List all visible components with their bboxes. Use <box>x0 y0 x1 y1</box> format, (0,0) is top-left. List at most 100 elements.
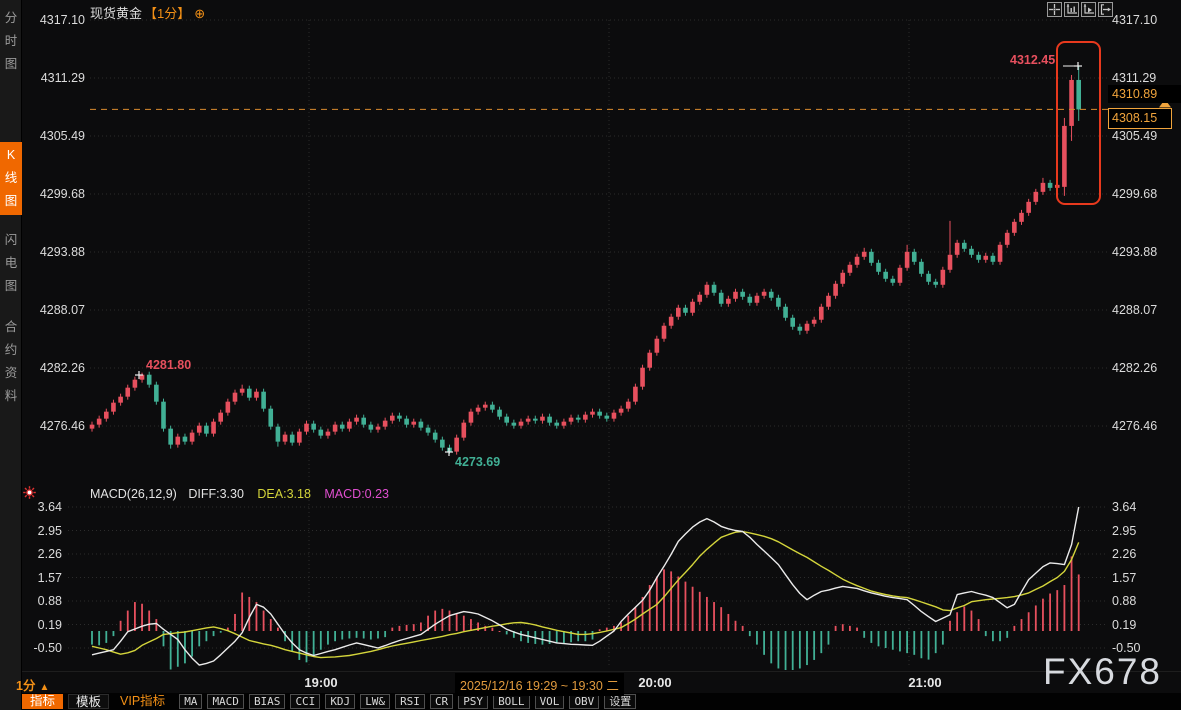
macd-histogram-bar <box>913 631 915 655</box>
candle-body <box>719 293 724 304</box>
candle-body <box>361 418 366 425</box>
macd-histogram-bar <box>792 631 794 670</box>
toolbar-item-VOL[interactable]: VOL <box>535 694 565 709</box>
tab-char: 闪 <box>5 229 18 252</box>
price-axis-label-right: 4317.10 <box>1112 12 1157 28</box>
macd-indicator-header: MACD(26,12,9) DIFF:3.30 DEA:3.18 MACD:0.… <box>90 487 389 501</box>
candle-body <box>676 308 681 317</box>
crosshair-icon[interactable] <box>1047 2 1062 17</box>
macd-histogram-bar <box>699 592 701 631</box>
time-axis-label: 20:00 <box>638 675 671 690</box>
candle-body <box>905 252 910 268</box>
candle-body <box>411 422 416 425</box>
macd-histogram-bar <box>742 626 744 631</box>
macd-histogram-bar <box>363 631 365 638</box>
candle-body <box>762 292 767 296</box>
candle-body <box>1026 202 1031 213</box>
toolbar-item-BIAS[interactable]: BIAS <box>249 694 286 709</box>
toolbar-item-RSI[interactable]: RSI <box>395 694 425 709</box>
price-macd-chart[interactable] <box>0 0 1181 710</box>
macd-histogram-bar <box>828 631 830 645</box>
macd-histogram-bar <box>663 569 665 631</box>
candle-body <box>941 270 946 285</box>
session-high-tag: 4310.89 <box>1108 85 1181 103</box>
macd-histogram-bar <box>327 631 329 645</box>
toolbar-item-CR[interactable]: CR <box>430 694 453 709</box>
reset-scale-icon[interactable] <box>1098 2 1113 17</box>
sidebar-tab-time-chart[interactable]: 分时图 <box>0 5 22 78</box>
candle-body <box>705 285 710 295</box>
candle-body <box>226 402 231 413</box>
candle-body <box>1034 192 1039 202</box>
tab-char: K <box>7 144 15 167</box>
candle-body <box>833 284 838 296</box>
macd-histogram-bar <box>334 631 336 641</box>
macd-histogram-bar <box>263 611 265 631</box>
price-axis-label-right: 4299.68 <box>1112 186 1157 202</box>
macd-histogram-bar <box>241 593 243 631</box>
candle-body <box>955 243 960 255</box>
candle-body <box>769 292 774 298</box>
symbol-name: 现货黄金 <box>90 6 142 21</box>
candle-body <box>554 423 559 426</box>
toolbar-item-BOLL[interactable]: BOLL <box>493 694 530 709</box>
macd-histogram-bar <box>370 631 372 640</box>
candle-body <box>883 272 888 279</box>
toolbar-item-模板[interactable]: 模板 <box>68 694 109 709</box>
macd-axis-label-left: 1.57 <box>12 570 62 586</box>
sidebar-tab-kline-chart[interactable]: K线图 <box>0 142 22 215</box>
last-price-tag: 4308.15 <box>1108 108 1172 129</box>
macd-histogram-bar <box>806 631 808 665</box>
candle-body <box>211 422 216 434</box>
add-compare-icon[interactable]: ⊕ <box>194 6 205 21</box>
toolbar-item-CCI[interactable]: CCI <box>290 694 320 709</box>
toolbar-item-KDJ[interactable]: KDJ <box>325 694 355 709</box>
toolbar-item-VIP指标[interactable]: VIP指标 <box>114 694 171 709</box>
macd-histogram-bar <box>799 631 801 668</box>
candle-body <box>783 307 788 318</box>
period-selector-label: 1分 <box>16 679 35 693</box>
toolbar-item-MA[interactable]: MA <box>179 694 202 709</box>
candle-body <box>497 410 502 417</box>
macd-histogram-bar <box>434 611 436 631</box>
macd-histogram-bar <box>1071 556 1073 631</box>
toolbar-item-LW&[interactable]: LW& <box>360 694 390 709</box>
macd-histogram-bar <box>727 614 729 631</box>
candle-body <box>740 292 745 297</box>
candle-body <box>755 296 760 303</box>
period-selector[interactable]: 1分▲ <box>16 675 49 694</box>
macd-histogram-bar <box>878 631 880 646</box>
candle-body <box>690 302 695 313</box>
macd-histogram-bar <box>391 628 393 631</box>
macd-histogram-bar <box>127 611 129 631</box>
candle-body <box>512 423 517 426</box>
candle-body <box>583 415 588 420</box>
candle-body <box>290 435 295 443</box>
macd-histogram-bar <box>770 631 772 663</box>
price-axis-label-left: 4276.46 <box>25 418 85 434</box>
candle-body <box>111 403 116 412</box>
price-axis-label-right: 4282.26 <box>1112 360 1157 376</box>
toolbar-item-设置[interactable]: 设置 <box>604 694 636 709</box>
sidebar-tab-contract-info[interactable]: 合约资料 <box>0 314 22 410</box>
candle-body <box>426 428 431 433</box>
macd-axis-label-left: 0.19 <box>12 617 62 633</box>
axis-left-scale-icon[interactable] <box>1064 2 1079 17</box>
macd-histogram-bar <box>399 626 401 631</box>
macd-histogram-bar <box>971 611 973 631</box>
macd-histogram-bar <box>1028 612 1030 631</box>
macd-histogram-bar <box>1064 585 1066 631</box>
toolbar-item-OBV[interactable]: OBV <box>569 694 599 709</box>
axis-right-scale-icon[interactable] <box>1081 2 1096 17</box>
macd-histogram-bar <box>1056 590 1058 631</box>
candle-body <box>268 409 273 427</box>
sidebar-tab-lightning-chart[interactable]: 闪电图 <box>0 227 22 300</box>
toolbar-item-MACD[interactable]: MACD <box>207 694 244 709</box>
candle-body <box>1019 213 1024 222</box>
toolbar-item-PSY[interactable]: PSY <box>458 694 488 709</box>
candle-body <box>633 387 638 402</box>
candle-body <box>147 375 152 385</box>
toolbar-item-指标[interactable]: 指标 <box>22 694 63 709</box>
alert-icon[interactable] <box>23 486 36 499</box>
candle-body <box>983 256 988 260</box>
